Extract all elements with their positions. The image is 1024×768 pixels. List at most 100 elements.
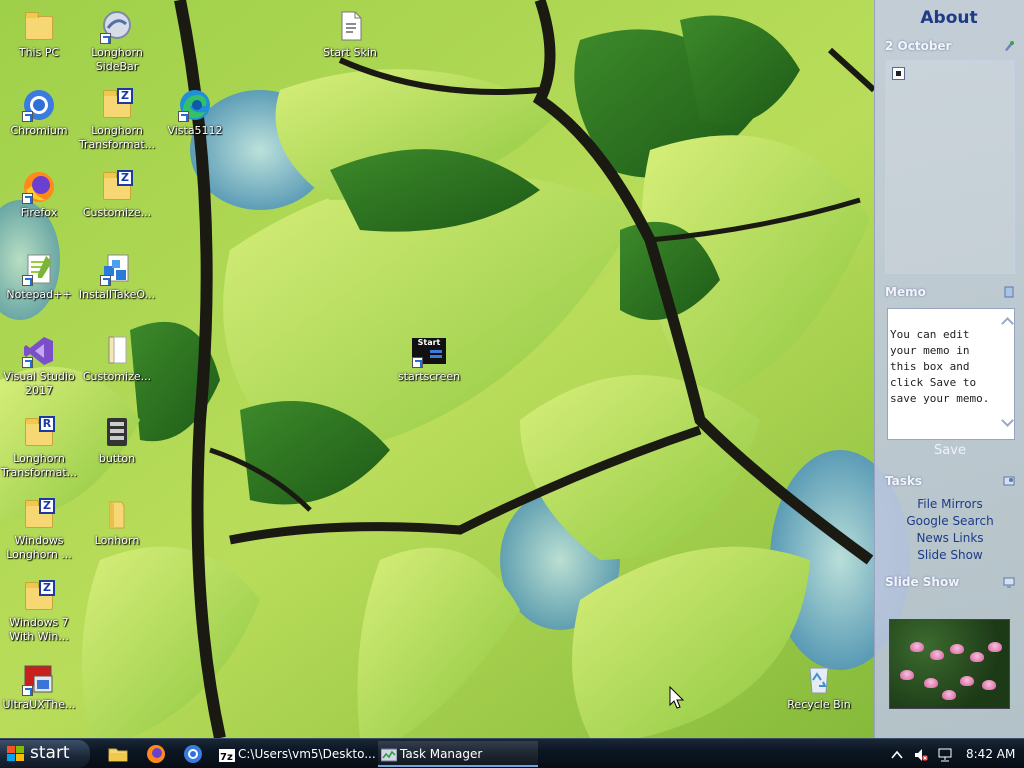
recycle-bin-icon bbox=[802, 662, 836, 696]
desktop-icon-button[interactable]: button bbox=[76, 416, 158, 496]
task-link-slide-show[interactable]: Slide Show bbox=[885, 547, 1015, 564]
desktop-icon-ultrauxtheme[interactable]: UltraUXThe... bbox=[0, 662, 80, 742]
desktop-icon-visual-studio[interactable]: Visual Studio 2017 bbox=[0, 334, 80, 414]
zip-folder-icon: Z bbox=[22, 498, 56, 532]
desktop-icon-label: InstallTakeO... bbox=[78, 288, 156, 301]
desktop-icon-this-pc[interactable]: This PC bbox=[0, 10, 80, 90]
desktop-icon-label: UltraUXThe... bbox=[2, 698, 76, 711]
slideshow-image[interactable] bbox=[889, 619, 1010, 709]
taskbar-item-label: C:\Users\vm5\Deskto... bbox=[238, 747, 376, 761]
memo-save-button[interactable]: Save bbox=[885, 443, 1015, 461]
desktop-icon-notepad-plus-plus[interactable]: Notepad++ bbox=[0, 252, 80, 332]
desktop-icon-label: Recycle Bin bbox=[787, 698, 851, 711]
tasks-icon[interactable] bbox=[1003, 475, 1015, 487]
sidebar-about-button[interactable]: About bbox=[874, 0, 1024, 34]
desktop-icon-longhorn-sidebar[interactable]: Longhorn SideBar bbox=[76, 10, 158, 90]
mouse-cursor-icon bbox=[669, 686, 685, 709]
tasks-list: File Mirrors Google Search News Links Sl… bbox=[885, 496, 1015, 564]
tasks-tile-header: Tasks bbox=[885, 474, 1015, 492]
start-button[interactable]: start bbox=[0, 740, 90, 768]
zip-folder-icon: Z bbox=[22, 580, 56, 614]
desktop-icon-customize-doc[interactable]: Customize... bbox=[76, 334, 158, 414]
chromium-icon[interactable] bbox=[182, 743, 204, 765]
memo-title: Memo bbox=[885, 285, 926, 299]
slideshow-icon[interactable] bbox=[1003, 576, 1015, 588]
desktop-icon-label: Customize... bbox=[82, 370, 152, 383]
desktop-icon-label: This PC bbox=[18, 46, 60, 59]
desktop-icon-lonhorn[interactable]: Lonhorn bbox=[76, 498, 158, 578]
task-manager-icon bbox=[380, 746, 398, 762]
windows-logo-icon bbox=[7, 746, 25, 762]
desktop-icon-startscreen[interactable]: Start startscreen bbox=[388, 334, 470, 414]
tasks-title: Tasks bbox=[885, 474, 923, 488]
desktop-icon-label: Visual Studio 2017 bbox=[3, 370, 75, 397]
desktop-icon-recycle-bin[interactable]: Recycle Bin bbox=[778, 662, 860, 742]
desktop-icon-label: button bbox=[98, 452, 136, 465]
notepad-plus-plus-icon bbox=[22, 252, 56, 286]
edge-icon bbox=[178, 88, 212, 122]
zip-folder-icon: Z bbox=[100, 88, 134, 122]
desktop-icon-label: startscreen bbox=[397, 370, 461, 383]
startscreen-shortcut-icon: Start bbox=[412, 334, 446, 368]
startscreen-badge-text: Start bbox=[417, 338, 441, 347]
task-link-news-links[interactable]: News Links bbox=[885, 530, 1015, 547]
desktop-icon-label: Vista5112 bbox=[167, 124, 223, 137]
task-link-google-search[interactable]: Google Search bbox=[885, 513, 1015, 530]
desktop-icon-firefox[interactable]: Firefox bbox=[0, 170, 80, 250]
calendar-tile bbox=[885, 60, 1015, 274]
desktop-icon-vista5112[interactable]: Vista5112 bbox=[154, 88, 236, 168]
calendar-checkbox[interactable] bbox=[892, 67, 905, 80]
desktop-icon-customize-z[interactable]: Z Customize... bbox=[76, 170, 158, 250]
memo-textarea[interactable]: You can edit your memo in this box and c… bbox=[887, 308, 1015, 440]
slideshow-title: Slide Show bbox=[885, 575, 960, 589]
folder-icon bbox=[100, 498, 134, 532]
scroll-down-icon[interactable] bbox=[1001, 414, 1014, 427]
clock[interactable]: 8:42 AM bbox=[966, 739, 1015, 768]
desktop-icon-windows-longhorn[interactable]: Z Windows Longhorn ... bbox=[0, 498, 80, 578]
installer-icon bbox=[100, 252, 134, 286]
start-label: start bbox=[30, 743, 70, 763]
memo-text: You can edit your memo in this box and c… bbox=[890, 328, 990, 405]
desktop-icon-label: Longhorn SideBar bbox=[91, 46, 143, 73]
memo-tile-header: Memo bbox=[885, 285, 1015, 303]
desktop-icon-windows-7[interactable]: Z Windows 7 With Win... bbox=[0, 580, 80, 660]
desktop-icon-label: Windows 7 With Win... bbox=[9, 616, 69, 643]
desktop-icon-start-skin[interactable]: Start Skin bbox=[309, 10, 391, 90]
ultrauxtheme-icon bbox=[22, 662, 56, 696]
desktop-icon-label: Longhorn Transformat... bbox=[78, 124, 156, 151]
taskbar-item-task-manager[interactable]: Task Manager bbox=[378, 741, 538, 767]
desktop-icon-label: Longhorn Transformat... bbox=[0, 452, 78, 479]
calendar-options-icon[interactable] bbox=[1003, 40, 1015, 52]
desktop-icon-label: Start Skin bbox=[323, 46, 377, 59]
memo-icon[interactable] bbox=[1003, 286, 1015, 298]
network-icon[interactable] bbox=[938, 747, 952, 762]
desktop-icon-label: Lonhorn bbox=[94, 534, 140, 547]
document-icon bbox=[100, 334, 134, 368]
desktop-icon-longhorn-transformation-z[interactable]: Z Longhorn Transformat... bbox=[76, 88, 158, 168]
folder-icon bbox=[22, 10, 56, 44]
calendar-tile-header: 2 October bbox=[885, 39, 1015, 57]
show-hidden-icons-chevron-icon[interactable] bbox=[890, 747, 904, 761]
slideshow-tile-header: Slide Show bbox=[885, 575, 1015, 593]
longhorn-sidebar: About 2 October Memo You can edit your m… bbox=[874, 0, 1024, 738]
desktop-icon-label: Firefox bbox=[20, 206, 58, 219]
document-icon bbox=[333, 10, 367, 44]
taskbar: start 7z C:\Users\vm5\Deskto... Task Man… bbox=[0, 738, 1024, 768]
r-folder-icon: R bbox=[22, 416, 56, 450]
volume-muted-icon[interactable] bbox=[914, 747, 928, 761]
scroll-up-icon[interactable] bbox=[1001, 317, 1014, 330]
desktop-icon-label: Notepad++ bbox=[6, 288, 72, 301]
desktop-icon-label: Windows Longhorn ... bbox=[6, 534, 72, 561]
calendar-date: 2 October bbox=[885, 39, 952, 53]
desktop-icon-installtakeownership[interactable]: InstallTakeO... bbox=[76, 252, 158, 332]
desktop-icon-chromium[interactable]: Chromium bbox=[0, 88, 80, 168]
taskbar-item-7zip[interactable]: 7z C:\Users\vm5\Deskto... bbox=[216, 741, 376, 767]
firefox-icon[interactable] bbox=[145, 743, 167, 765]
file-explorer-icon[interactable] bbox=[107, 743, 129, 765]
desktop-icon-longhorn-transformation-r[interactable]: R Longhorn Transformat... bbox=[0, 416, 80, 496]
memo-scrollbar[interactable] bbox=[1001, 311, 1014, 437]
task-link-file-mirrors[interactable]: File Mirrors bbox=[885, 496, 1015, 513]
visual-studio-icon bbox=[22, 334, 56, 368]
firefox-icon bbox=[22, 170, 56, 204]
svg-text:7z: 7z bbox=[220, 752, 233, 763]
